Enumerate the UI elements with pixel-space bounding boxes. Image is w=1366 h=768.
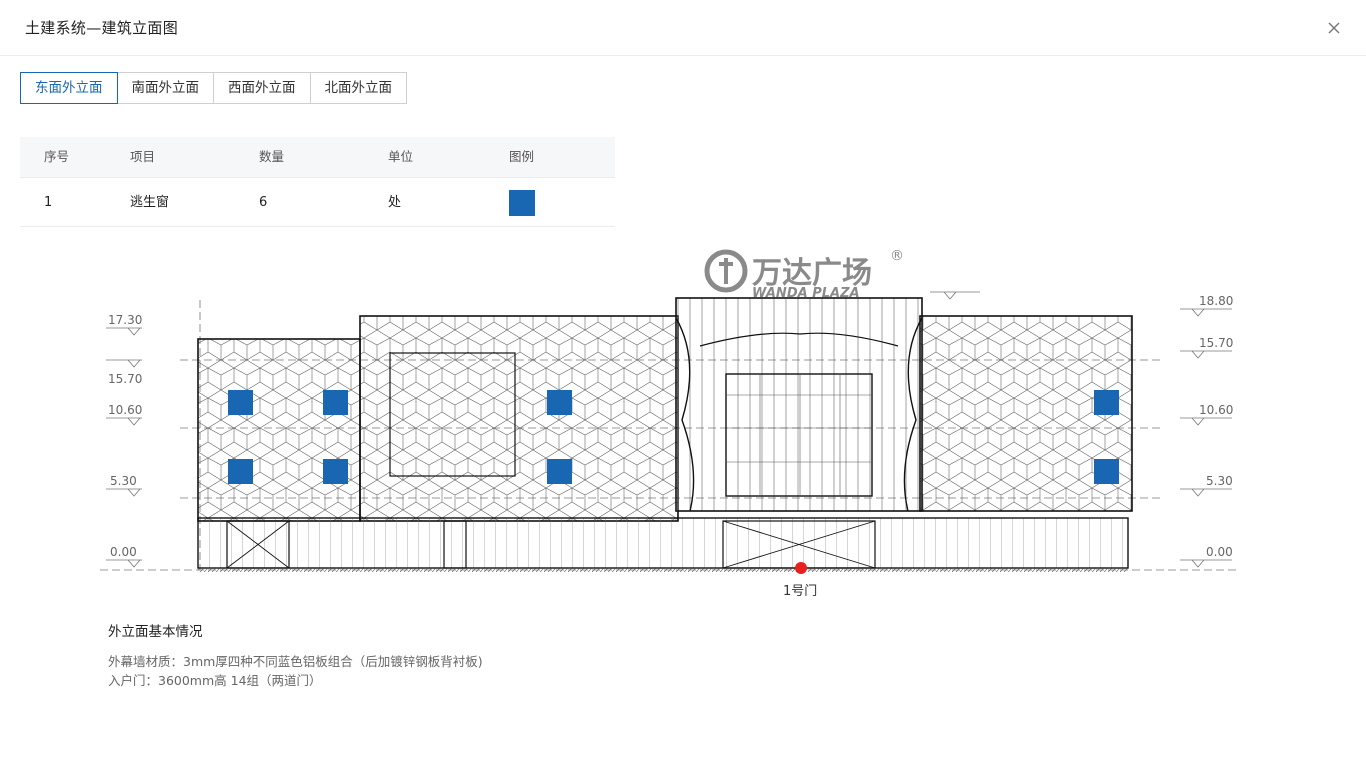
level-label: 5.30 (110, 474, 137, 488)
escape-window (547, 390, 572, 415)
tab-south-facade[interactable]: 南面外立面 (117, 72, 214, 104)
level-label: 0.00 (110, 545, 137, 559)
door-label: 1号门 (783, 584, 818, 599)
escape-window (228, 390, 253, 415)
level-label: 0.00 (1206, 545, 1233, 559)
table-row: 1 逃生窗 6 处 (20, 178, 615, 227)
info-title: 外立面基本情况 (108, 624, 203, 640)
row-qty: 6 (259, 195, 268, 210)
header-no: 序号 (44, 149, 70, 164)
escape-window (323, 390, 348, 415)
right-level-labels: 18.80 15.70 10.60 5.30 0.00 (1199, 294, 1233, 559)
header-unit: 单位 (388, 149, 414, 164)
level-label: 15.70 (1199, 336, 1233, 350)
escape-window (323, 459, 348, 484)
facade-left-block (197, 338, 361, 522)
level-label: 10.60 (108, 403, 142, 417)
info-doors: 入户门：3600mm高 14组（两道门） (108, 673, 322, 688)
entrance-tower (675, 297, 923, 512)
level-label: 5.30 (1206, 474, 1233, 488)
dialog-header: 土建系统—建筑立面图 (0, 0, 1366, 56)
row-item: 逃生窗 (130, 195, 170, 210)
logo-mark: ® (890, 248, 904, 264)
tab-west-facade[interactable]: 西面外立面 (214, 72, 311, 104)
ground-floor (197, 517, 1129, 569)
left-level-labels: 17.30 15.70 10.60 5.30 0.00 (108, 313, 142, 559)
tab-north-facade[interactable]: 北面外立面 (310, 72, 407, 104)
level-label: 10.60 (1199, 403, 1233, 417)
header-qty: 数量 (259, 149, 285, 164)
facade-center-left (359, 315, 679, 522)
summary-table: 序号 项目 数量 单位 图例 1 逃生窗 6 处 (20, 137, 615, 227)
escape-window (1094, 459, 1119, 484)
level-label: 15.70 (108, 372, 142, 386)
level-label: 18.80 (1199, 294, 1233, 308)
escape-window (228, 459, 253, 484)
logo-en: WANDA PLAZA (752, 286, 860, 301)
legend-swatch (509, 190, 535, 216)
escape-window (1094, 390, 1119, 415)
header-item: 项目 (130, 149, 156, 164)
table-header: 序号 项目 数量 单位 图例 (20, 137, 615, 178)
level-label: 17.30 (108, 313, 142, 327)
header-legend: 图例 (509, 149, 535, 164)
row-unit: 处 (388, 195, 402, 210)
row-no: 1 (44, 195, 53, 210)
wanda-logo: 万达广场 ® WANDA PLAZA (704, 248, 904, 301)
door-marker (795, 562, 807, 574)
elevation-drawing: 万达广场 ® WANDA PLAZA 17.30 15.70 10.60 5.3… (100, 248, 1240, 574)
tab-east-facade[interactable]: 东面外立面 (20, 72, 118, 104)
dialog-title: 土建系统—建筑立面图 (25, 19, 179, 37)
facade-tabs: 东面外立面 南面外立面 西面外立面 北面外立面 (20, 72, 407, 104)
close-icon[interactable] (1324, 18, 1344, 38)
escape-window (547, 459, 572, 484)
info-material: 外幕墙材质：3mm厚四种不同蓝色铝板组合（后加镀锌钢板背衬板) (108, 654, 483, 669)
